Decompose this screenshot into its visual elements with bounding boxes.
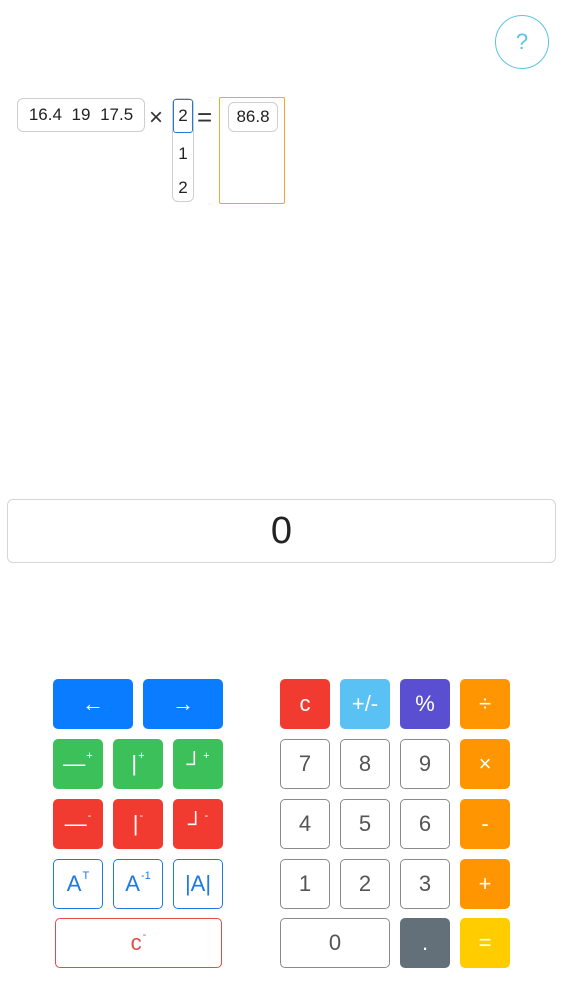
cursor-left-button[interactable]: ←: [53, 679, 133, 729]
equals-button[interactable]: =: [460, 918, 510, 968]
divide-button[interactable]: ÷: [460, 679, 510, 729]
minus-superscript: -: [139, 810, 144, 822]
inverse-label: A: [125, 871, 140, 896]
digit-4-button[interactable]: 4: [280, 799, 330, 849]
plus-superscript: +: [203, 750, 210, 762]
vector-b-column[interactable]: 2 1 2: [172, 98, 194, 202]
help-button[interactable]: ?: [495, 15, 549, 69]
matrix-a-cell[interactable]: 17.5: [100, 105, 133, 125]
transpose-label: A: [66, 871, 82, 896]
transpose-button[interactable]: AT: [53, 859, 103, 909]
inverse-superscript: -1: [140, 870, 151, 882]
digit-8-button[interactable]: 8: [340, 739, 390, 789]
delete-column-button[interactable]: | -: [113, 799, 163, 849]
plus-superscript: +: [86, 750, 93, 762]
minus-superscript: -: [87, 810, 92, 822]
digit-5-button[interactable]: 5: [340, 799, 390, 849]
column-icon: |: [132, 811, 139, 836]
digit-0-button[interactable]: 0: [280, 918, 390, 968]
sign-toggle-button[interactable]: +/-: [340, 679, 390, 729]
times-operator: ×: [149, 104, 164, 131]
clear-matrix-button[interactable]: c-: [55, 918, 222, 968]
vector-b-cell[interactable]: 2: [173, 171, 193, 205]
vector-b-cell-selected[interactable]: 2: [173, 99, 193, 133]
matrix-a-cell[interactable]: 16.4: [29, 105, 62, 125]
vector-b-cell[interactable]: 1: [173, 137, 193, 171]
minus-superscript: -: [204, 810, 209, 822]
row-icon: —: [64, 811, 87, 836]
add-row-column-button[interactable]: ┘ +: [173, 739, 223, 789]
result-cell: 86.8: [228, 102, 278, 132]
delete-row-button[interactable]: — -: [53, 799, 103, 849]
decimal-button[interactable]: .: [400, 918, 450, 968]
determinant-label: |A|: [184, 871, 212, 896]
column-icon: |: [131, 751, 138, 776]
equals-operator: =: [197, 102, 213, 132]
digit-6-button[interactable]: 6: [400, 799, 450, 849]
row-icon: —: [63, 751, 86, 776]
matrix-a-row[interactable]: 16.4 19 17.5: [17, 98, 145, 132]
digit-3-button[interactable]: 3: [400, 859, 450, 909]
add-row-button[interactable]: — +: [53, 739, 103, 789]
transpose-superscript: T: [82, 870, 90, 882]
corner-icon: ┘: [187, 811, 204, 836]
cursor-right-button[interactable]: →: [143, 679, 223, 729]
delete-row-column-button[interactable]: ┘ -: [173, 799, 223, 849]
inverse-button[interactable]: A -1: [113, 859, 163, 909]
matrix-a-cell[interactable]: 19: [72, 105, 91, 125]
multiply-button[interactable]: ×: [460, 739, 510, 789]
digit-7-button[interactable]: 7: [280, 739, 330, 789]
calculator-display: 0: [7, 499, 556, 563]
minus-button[interactable]: -: [460, 799, 510, 849]
result-matrix: 86.8: [219, 97, 285, 204]
clear-matrix-superscript: -: [142, 929, 147, 941]
add-column-button[interactable]: | +: [113, 739, 163, 789]
clear-matrix-label: c: [130, 930, 142, 955]
corner-icon: ┘: [186, 751, 203, 776]
arrow-right-icon: →: [172, 691, 194, 716]
percent-button[interactable]: %: [400, 679, 450, 729]
plus-superscript: +: [138, 750, 145, 762]
determinant-button[interactable]: |A|: [173, 859, 223, 909]
clear-button[interactable]: c: [280, 679, 330, 729]
help-label: ?: [515, 29, 529, 54]
digit-1-button[interactable]: 1: [280, 859, 330, 909]
arrow-left-icon: ←: [82, 691, 104, 716]
digit-2-button[interactable]: 2: [340, 859, 390, 909]
plus-button[interactable]: +: [460, 859, 510, 909]
digit-9-button[interactable]: 9: [400, 739, 450, 789]
